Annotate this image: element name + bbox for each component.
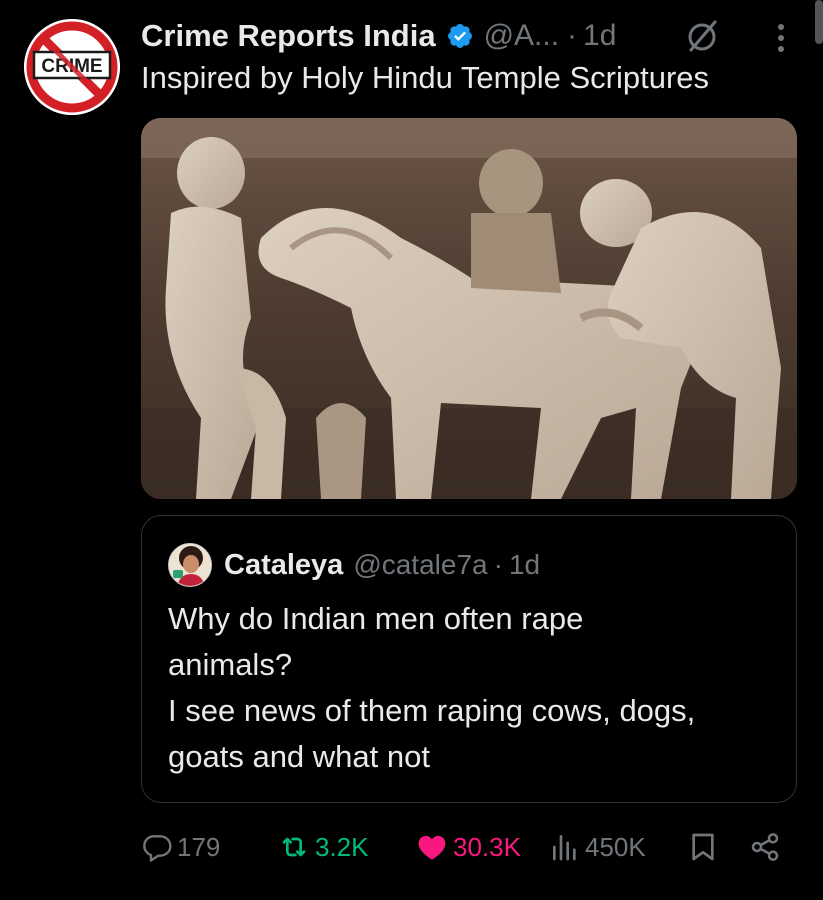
author-handle[interactable]: @A... — [484, 19, 559, 53]
retweet-icon — [282, 837, 306, 857]
action-bar: 179 3.2K 30.3K 450K — [141, 822, 797, 872]
quoted-post-header: Cataleya @catale7a · 1d — [224, 544, 540, 586]
post-media-image[interactable] — [141, 118, 797, 499]
retweet-button[interactable]: 3.2K — [277, 822, 369, 872]
reply-icon — [143, 835, 172, 862]
quoted-post-time: 1d — [508, 549, 541, 580]
bookmark-button[interactable] — [687, 822, 719, 872]
author-avatar[interactable]: CRIME — [24, 19, 120, 115]
post-header: Crime Reports India @A... · 1d — [141, 14, 616, 58]
quoted-author-handle[interactable]: @catale7a — [353, 549, 487, 581]
views-button[interactable]: 450K — [549, 822, 646, 872]
bookmark-icon — [692, 833, 714, 861]
quoted-text-line: Why do Indian men often rape — [168, 601, 584, 636]
verified-badge-icon — [446, 22, 474, 50]
quoted-text-line: goats and what not — [168, 739, 430, 774]
post-text: Inspired by Holy Hindu Temple Scriptures — [141, 60, 710, 95]
heart-icon — [418, 835, 446, 860]
more-options-icon[interactable] — [766, 18, 796, 58]
share-icon — [751, 833, 779, 861]
scrollbar[interactable] — [815, 0, 823, 44]
retweet-count: 3.2K — [315, 831, 369, 862]
quoted-text-line: animals? — [168, 647, 293, 682]
quoted-post[interactable]: Cataleya @catale7a · 1d Why do Indian me… — [141, 515, 797, 803]
quoted-author-name[interactable]: Cataleya — [224, 549, 343, 582]
reply-button[interactable]: 179 — [141, 822, 220, 872]
quoted-post-text: Why do Indian men often rape animals? I … — [168, 596, 778, 780]
post-time[interactable]: 1d — [583, 19, 616, 53]
share-button[interactable] — [749, 822, 781, 872]
views-count: 450K — [585, 831, 646, 862]
header-separator: · — [567, 19, 578, 52]
author-name[interactable]: Crime Reports India — [141, 18, 436, 54]
quoted-text-line: I see news of them raping cows, dogs, — [168, 693, 696, 728]
photo-icon — [141, 118, 797, 499]
like-count: 30.3K — [453, 831, 521, 862]
like-button[interactable]: 30.3K — [415, 822, 521, 872]
quoted-author-avatar[interactable] — [168, 543, 212, 587]
reply-count: 179 — [177, 831, 221, 862]
grok-icon[interactable] — [682, 16, 722, 56]
analytics-icon — [553, 835, 576, 861]
crime-logo-icon: CRIME — [24, 19, 120, 115]
quoted-header-separator: · — [493, 549, 503, 580]
